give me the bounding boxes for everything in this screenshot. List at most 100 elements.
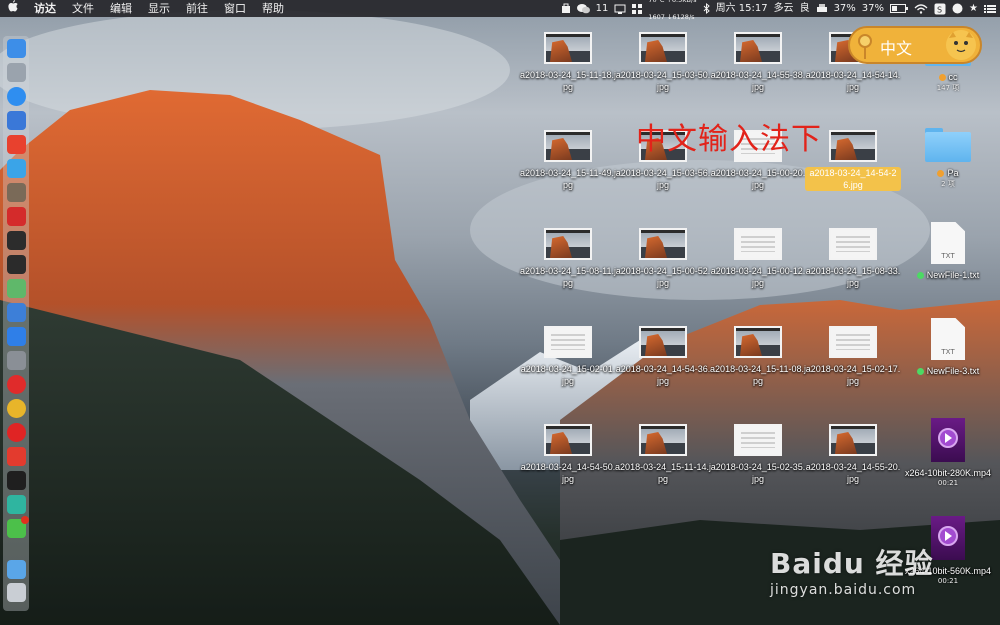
- menu-file[interactable]: 文件: [64, 0, 102, 17]
- svg-text:S: S: [937, 5, 942, 14]
- console-icon[interactable]: [7, 471, 26, 490]
- desktop-file-item[interactable]: a2018-03-24_15-00-12.jpg: [710, 228, 806, 289]
- user-icon[interactable]: [952, 3, 963, 14]
- file-name-label: a2018-03-24_14-55-38.jpg: [710, 70, 806, 92]
- file-thumbnail: [639, 424, 687, 456]
- calendar-icon[interactable]: [7, 135, 26, 154]
- baidu-watermark: Baidu 经验 jingyan.baidu.com: [770, 542, 934, 598]
- weather[interactable]: 多云: [774, 0, 794, 17]
- desktop-file-item[interactable]: a2018-03-24_14-55-20.jpg: [805, 424, 901, 485]
- file-name-label: a2018-03-24_14-55-20.jpg: [805, 462, 901, 484]
- file-name-label: a2018-03-24_15-00-52.jpg: [615, 266, 711, 288]
- video-file-icon: [931, 516, 965, 560]
- desktop-mp4-item[interactable]: x264-10bit-280K.mp4 00:21: [900, 418, 996, 487]
- cat-mascot-icon: [946, 30, 976, 60]
- folder-icon: [925, 128, 971, 162]
- weibo-icon[interactable]: [7, 423, 26, 442]
- battery-percent-b: 37%: [861, 3, 885, 14]
- desktop-folder-item[interactable]: Pa 2 项: [900, 128, 996, 189]
- bag-icon[interactable]: [561, 3, 571, 14]
- air-quality[interactable]: 良: [800, 0, 810, 17]
- file-name-label: Pa: [900, 167, 996, 179]
- contacts-icon[interactable]: [7, 111, 26, 130]
- desktop-file-item[interactable]: a2018-03-24_15-08-33.jpg: [805, 228, 901, 289]
- grid-icon[interactable]: [632, 3, 643, 14]
- terminal-icon[interactable]: [7, 255, 26, 274]
- menu-bar: 访达 文件 编辑 显示 前往 窗口 帮助 11 70°C ↑6.5KB/s 16…: [0, 0, 1000, 21]
- safari-icon[interactable]: [7, 87, 26, 106]
- desktop-file-item[interactable]: a2018-03-24_15-02-01.jpg: [520, 326, 616, 387]
- menu-edit[interactable]: 编辑: [102, 0, 140, 17]
- file-thumbnail: [734, 326, 782, 358]
- menu-window[interactable]: 窗口: [216, 0, 254, 17]
- file-thumbnail: [544, 32, 592, 64]
- desktop-file-item[interactable]: a2018-03-24_15-11-18.jpg: [520, 32, 616, 93]
- file-name-label: a2018-03-24_15-11-14.jpg: [615, 462, 711, 484]
- wechat-icon[interactable]: [7, 516, 29, 538]
- desktop-file-item[interactable]: a2018-03-24_14-54-36.jpg: [615, 326, 711, 387]
- file-name-label: a2018-03-24_15-08-11.jpg: [520, 266, 616, 288]
- file-thumbnail: [544, 326, 592, 358]
- file-thumbnail: [639, 32, 687, 64]
- file-thumbnail: [829, 326, 877, 358]
- desktop-txt-item[interactable]: TXT NewFile-3.txt: [900, 318, 996, 377]
- menu-help[interactable]: 帮助: [254, 0, 292, 17]
- desktop-file-item[interactable]: a2018-03-24_14-55-38.jpg: [710, 32, 806, 93]
- desktop-file-item[interactable]: a2018-03-24_15-08-11.jpg: [520, 228, 616, 289]
- file-name-label: x264-10bit-280K.mp4: [904, 468, 992, 478]
- video-file-icon: [931, 418, 965, 462]
- menu-go[interactable]: 前往: [178, 0, 216, 17]
- file-name-label: a2018-03-24_15-11-49.jpg: [520, 168, 616, 190]
- preferences-icon[interactable]: [7, 351, 26, 370]
- vivaldi-icon[interactable]: [7, 447, 26, 466]
- app-store-icon[interactable]: [7, 327, 26, 346]
- desktop-file-item[interactable]: a2018-03-24_15-00-52.jpg: [615, 228, 711, 289]
- file-name-label: a2018-03-24_14-54-26.jpg: [805, 167, 901, 191]
- bluetooth-icon[interactable]: [703, 3, 710, 14]
- desktop-file-item[interactable]: a2018-03-24_15-11-49.jpg: [520, 130, 616, 191]
- star-icon[interactable]: ★: [969, 0, 978, 17]
- file-name-label: a2018-03-24_15-02-35.jpg: [710, 462, 806, 484]
- display-icon[interactable]: [614, 4, 626, 14]
- apple-icon[interactable]: [0, 0, 26, 17]
- desktop-file-item[interactable]: a2018-03-24_15-02-35.jpg: [710, 424, 806, 485]
- finder-icon[interactable]: [7, 39, 26, 58]
- network-stats[interactable]: 70°C ↑6.5KB/s 1607 ↓6128/s: [648, 0, 696, 26]
- file-thumbnail: [829, 130, 877, 162]
- ime-status-badge[interactable]: 中文: [848, 26, 982, 64]
- wechat-menu-icon[interactable]: [576, 3, 590, 14]
- migration-icon[interactable]: [7, 159, 26, 178]
- menu-finder[interactable]: 访达: [26, 0, 64, 17]
- wifi-icon[interactable]: [914, 3, 928, 14]
- trash-icon[interactable]: [7, 583, 26, 602]
- datetime[interactable]: 周六 15:17: [716, 0, 768, 17]
- desktop-file-item[interactable]: a2018-03-24_14-54-50.jpg: [520, 424, 616, 485]
- file-name-label: a2018-03-24_14-54-36.jpg: [615, 364, 711, 386]
- launchpad-icon[interactable]: [7, 63, 26, 82]
- pin-icon: [858, 34, 872, 48]
- maps-icon[interactable]: [7, 279, 26, 298]
- desktop-file-item[interactable]: a2018-03-24_15-11-14.jpg: [615, 424, 711, 485]
- input-method-icon[interactable]: S: [934, 3, 946, 15]
- yandex-icon[interactable]: [7, 375, 26, 394]
- system-icon[interactable]: [7, 183, 26, 202]
- desktop-txt-item[interactable]: TXT NewFile-1.txt: [900, 222, 996, 281]
- file-name-label: a2018-03-24_15-02-01.jpg: [520, 364, 616, 386]
- activity-monitor-icon[interactable]: [7, 231, 26, 250]
- desktop-file-item[interactable]: a2018-03-24_15-11-08.jpg: [710, 326, 806, 387]
- menu-view[interactable]: 显示: [140, 0, 178, 17]
- red-app-icon[interactable]: [7, 207, 26, 226]
- net-line-1: 70°C ↑6.5KB/s: [648, 0, 696, 9]
- file-thumbnail: [639, 326, 687, 358]
- downloads-icon[interactable]: [7, 560, 26, 579]
- notification-center-icon[interactable]: [984, 4, 996, 14]
- file-name-label: a2018-03-24_15-11-08.jpg: [710, 364, 806, 386]
- desktop-file-item[interactable]: a2018-03-24_15-02-17.jpg: [805, 326, 901, 387]
- battery-icon[interactable]: [890, 4, 909, 13]
- desktop-file-item[interactable]: a2018-03-24_15-03-50.jpg: [615, 32, 711, 93]
- chrome-icon[interactable]: [7, 399, 26, 418]
- sync-icon[interactable]: [7, 495, 26, 514]
- printer-icon[interactable]: [816, 3, 828, 14]
- file-name-label: a2018-03-24_15-02-17.jpg: [805, 364, 901, 386]
- siri-icon[interactable]: [7, 303, 26, 322]
